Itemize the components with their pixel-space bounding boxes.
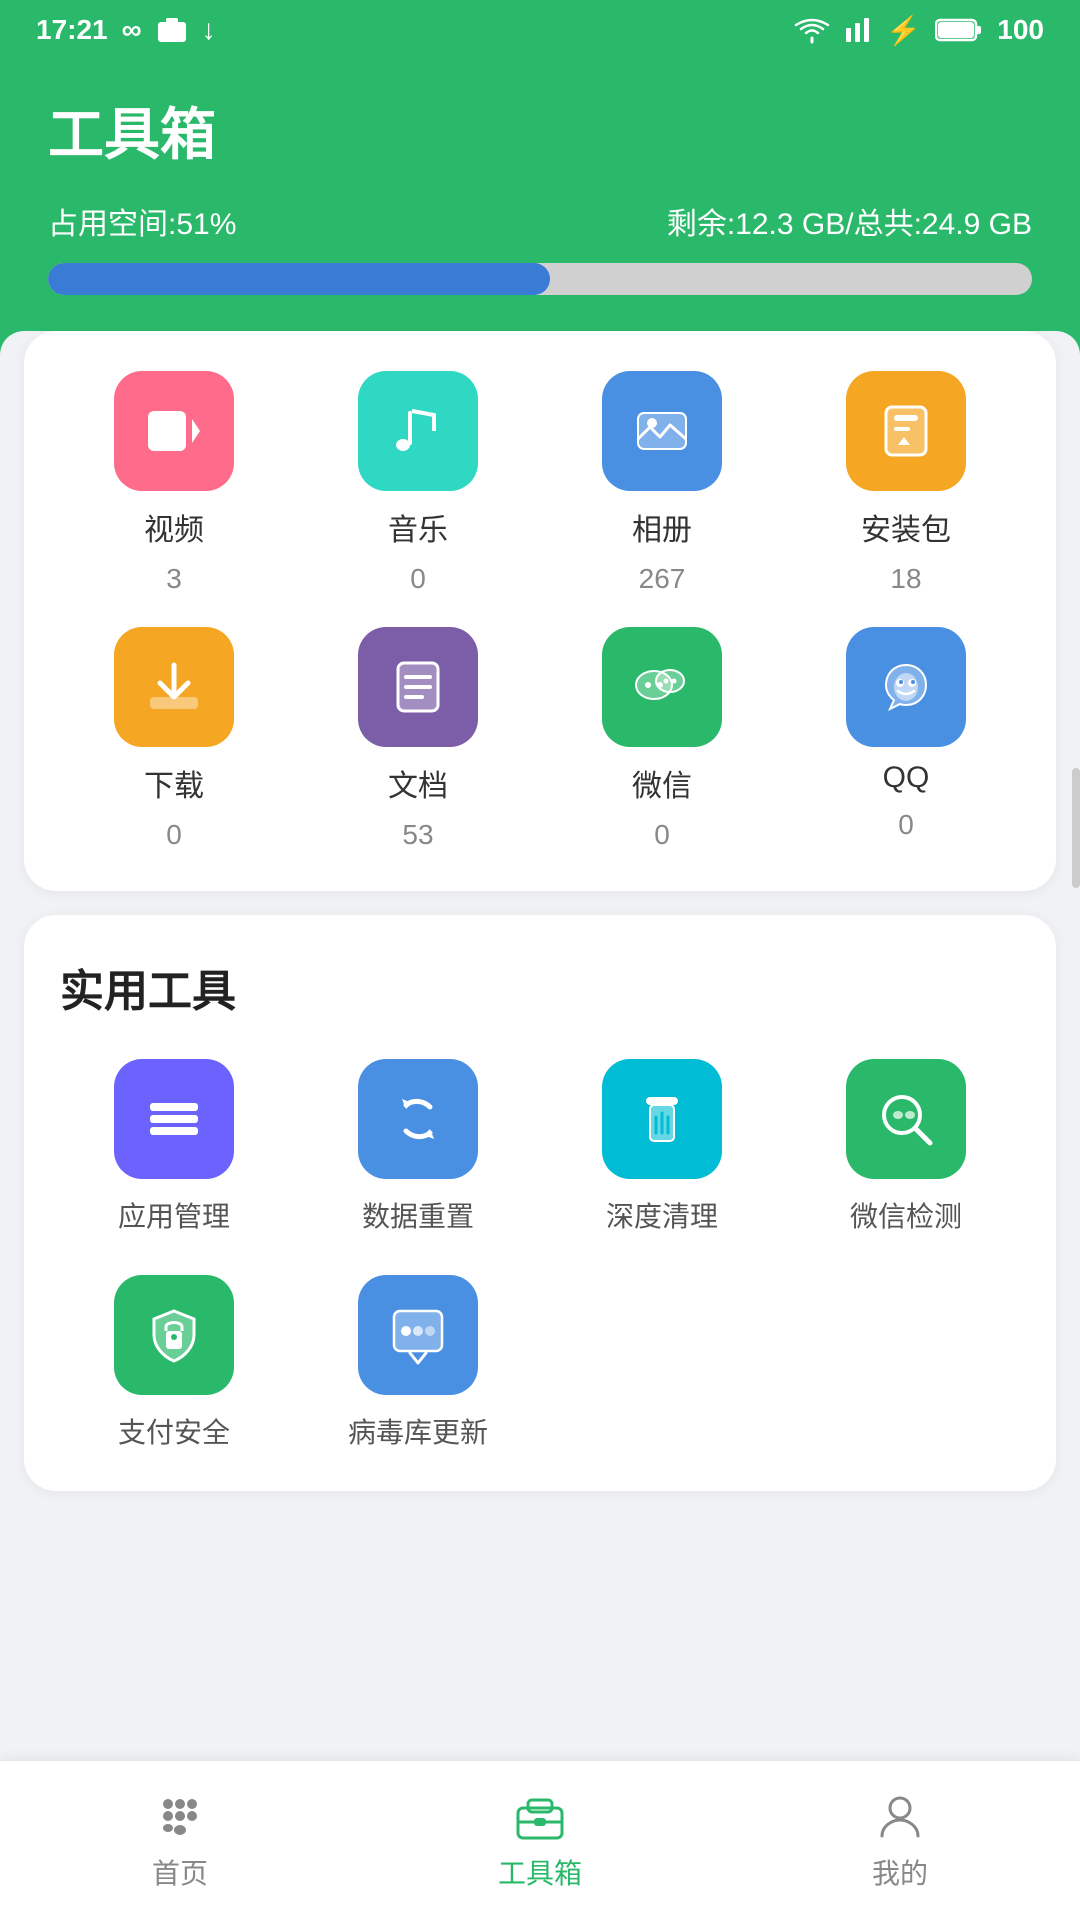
apk-label: 安装包 (861, 505, 951, 549)
progress-fill (48, 263, 550, 295)
storage-info: 占用空间:51% 剩余:12.3 GB/总共:24.9 GB (48, 199, 1032, 243)
music-label: 音乐 (388, 505, 448, 549)
doc-icon-box (358, 627, 478, 747)
music-icon-box (358, 371, 478, 491)
qq-label: QQ (883, 761, 930, 795)
download-icon-box (114, 627, 234, 747)
virus-update-label: 病毒库更新 (348, 1411, 488, 1451)
video-count: 3 (166, 563, 182, 595)
battery-icon (935, 16, 983, 44)
video-icon-box (114, 371, 234, 491)
status-download-icon: ↓ (202, 14, 216, 46)
tool-data-reset[interactable]: 数据重置 (304, 1059, 532, 1235)
status-infinity-icon: ∞ (122, 14, 142, 46)
video-label: 视频 (144, 505, 204, 549)
doc-count: 53 (402, 819, 433, 851)
tool-virus-update[interactable]: 病毒库更新 (304, 1275, 532, 1451)
page-title: 工具箱 (48, 90, 1032, 171)
deep-clean-label: 深度清理 (606, 1195, 718, 1235)
wifi-icon (794, 16, 830, 44)
music-count: 0 (410, 563, 426, 595)
tools-section-title: 实用工具 (60, 955, 1020, 1019)
album-icon-box (602, 371, 722, 491)
main-content: 视频 3 音乐 0 (0, 331, 1080, 1695)
file-category-card: 视频 3 音乐 0 (24, 331, 1056, 891)
nav-home[interactable]: 首页 (0, 1790, 360, 1892)
category-album[interactable]: 相册 267 (548, 371, 776, 595)
album-label: 相册 (632, 505, 692, 549)
app-manage-icon-box (114, 1059, 234, 1179)
wechat-label: 微信 (632, 761, 692, 805)
category-video[interactable]: 视频 3 (60, 371, 288, 595)
toolbox-icon (514, 1790, 566, 1842)
data-reset-label: 数据重置 (362, 1195, 474, 1235)
tool-deep-clean[interactable]: 深度清理 (548, 1059, 776, 1235)
tools-grid: 应用管理 数据重置 (60, 1059, 1020, 1451)
wechat-count: 0 (654, 819, 670, 851)
category-wechat[interactable]: 微信 0 (548, 627, 776, 851)
charging-icon: ⚡ (886, 14, 921, 47)
nav-home-label: 首页 (152, 1852, 208, 1892)
deep-clean-icon-box (602, 1059, 722, 1179)
pay-safe-label: 支付安全 (118, 1411, 230, 1451)
remain-label: 剩余:12.3 GB/总共:24.9 GB (667, 199, 1032, 243)
wechat-check-icon-box (846, 1059, 966, 1179)
qq-icon-box (846, 627, 966, 747)
apk-icon-box (846, 371, 966, 491)
wechat-icon-box (602, 627, 722, 747)
virus-update-icon-box (358, 1275, 478, 1395)
category-apk[interactable]: 安装包 18 (792, 371, 1020, 595)
album-count: 267 (639, 563, 686, 595)
wechat-check-label: 微信检测 (850, 1195, 962, 1235)
nav-mine[interactable]: 我的 (720, 1790, 1080, 1892)
signal-icon (844, 16, 872, 44)
status-camera-icon (156, 16, 188, 44)
nav-toolbox[interactable]: 工具箱 (360, 1790, 720, 1892)
tools-card: 实用工具 应用管理 (24, 915, 1056, 1491)
category-qq[interactable]: QQ 0 (792, 627, 1020, 851)
app-manage-label: 应用管理 (118, 1195, 230, 1235)
data-reset-icon-box (358, 1059, 478, 1179)
category-music[interactable]: 音乐 0 (304, 371, 532, 595)
battery-percent: 100 (997, 14, 1044, 46)
doc-label: 文档 (388, 761, 448, 805)
download-label: 下载 (144, 761, 204, 805)
qq-count: 0 (898, 809, 914, 841)
mine-icon (874, 1790, 926, 1842)
scrollbar[interactable] (1072, 768, 1080, 888)
download-count: 0 (166, 819, 182, 851)
status-time: 17:21 (36, 14, 108, 46)
tool-app-manage[interactable]: 应用管理 (60, 1059, 288, 1235)
status-left: 17:21 ∞ ↓ (36, 14, 216, 46)
category-download[interactable]: 下载 0 (60, 627, 288, 851)
nav-toolbox-label: 工具箱 (498, 1852, 582, 1892)
header: 工具箱 占用空间:51% 剩余:12.3 GB/总共:24.9 GB (0, 60, 1080, 355)
category-doc[interactable]: 文档 53 (304, 627, 532, 851)
apk-count: 18 (890, 563, 921, 595)
pay-safe-icon-box (114, 1275, 234, 1395)
bottom-nav: 首页 工具箱 我的 (0, 1760, 1080, 1920)
nav-mine-label: 我的 (872, 1852, 928, 1892)
status-bar: 17:21 ∞ ↓ ⚡ 100 (0, 0, 1080, 60)
tool-pay-safe[interactable]: 支付安全 (60, 1275, 288, 1451)
file-category-grid: 视频 3 音乐 0 (60, 371, 1020, 851)
status-right: ⚡ 100 (794, 14, 1044, 47)
storage-progress-bar (48, 263, 1032, 295)
usage-label: 占用空间:51% (48, 199, 236, 243)
tool-wechat-check[interactable]: 微信检测 (792, 1059, 1020, 1235)
home-icon (154, 1790, 206, 1842)
